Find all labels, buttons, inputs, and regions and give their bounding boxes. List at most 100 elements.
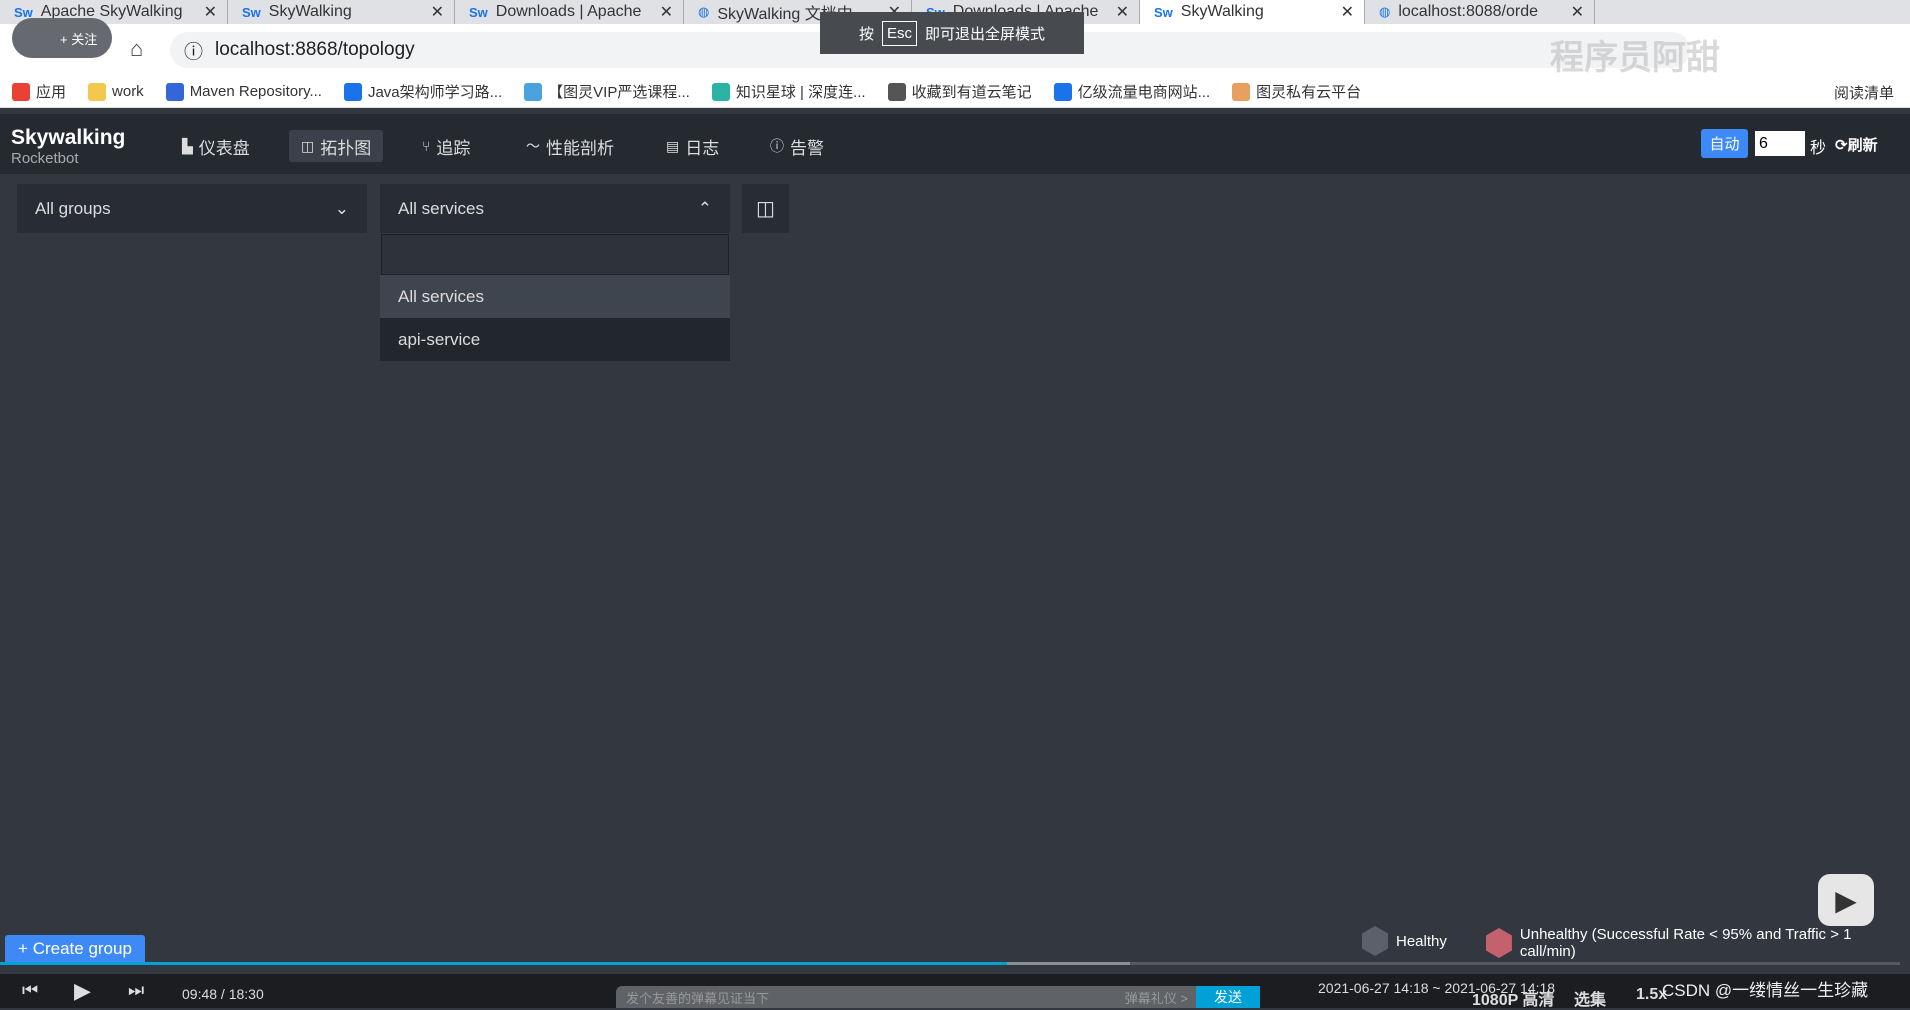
bookmark-icon (1053, 82, 1072, 101)
nav-log[interactable]: ▤ 日志 (654, 130, 731, 162)
skywalking-favicon-icon: Sw (242, 4, 261, 20)
bookmark-item[interactable]: work (88, 82, 144, 101)
quality-button[interactable]: 1080P 高清 (1472, 986, 1554, 1010)
bookmark-label: work (112, 83, 144, 100)
video-progress-fill (0, 962, 1007, 965)
refresh-label: 刷新 (1847, 137, 1878, 154)
logo: Skywalking Rocketbot (11, 126, 125, 167)
bookmark-icon (165, 82, 184, 101)
nav-trace[interactable]: ⑂ 追踪 (410, 130, 482, 162)
profile-icon: 〜 (526, 138, 540, 154)
prev-icon[interactable]: ⏮ (22, 980, 38, 1001)
skywalking-favicon-icon: Sw (469, 4, 488, 20)
seconds-label: 秒 (1810, 140, 1827, 157)
service-search-input[interactable] (381, 234, 729, 275)
close-icon[interactable]: ✕ (1571, 2, 1584, 22)
nav-label: 性能剖析 (546, 138, 614, 158)
chart-icon: ▙ (182, 137, 193, 154)
refresh-button[interactable]: ⟳刷新 (1835, 134, 1878, 155)
nav-label: 拓扑图 (320, 138, 372, 158)
service-option[interactable]: All services (380, 275, 730, 318)
bookmark-item[interactable]: Java架构师学习路... (343, 81, 503, 102)
tv-icon[interactable]: ▶ (1818, 874, 1874, 926)
bookmark-item[interactable]: 【图灵VIP严选课程... (524, 81, 690, 102)
bookmark-label: 【图灵VIP严选课程... (548, 84, 690, 101)
app-header (0, 114, 1910, 174)
service-select[interactable]: All services ⌃ (380, 184, 730, 233)
watermark: 程序员阿甜 (1550, 39, 1720, 77)
logo-title: Skywalking (11, 126, 126, 149)
close-icon[interactable]: ✕ (1116, 2, 1129, 22)
danmu-placeholder: 发个友善的弹幕见证当下 (626, 990, 770, 1006)
trace-icon: ⑂ (422, 138, 431, 154)
service-select-value: All services (398, 198, 484, 218)
close-icon[interactable]: ✕ (431, 2, 444, 22)
close-icon[interactable]: ✕ (204, 2, 217, 22)
nav-profile[interactable]: 〜性能剖析 (514, 130, 626, 162)
tab-title: localhost:8088/orde (1398, 3, 1538, 20)
legend-healthy-label: Healthy (1396, 932, 1447, 950)
skywalking-favicon-icon: Sw (1154, 4, 1173, 20)
browser-tab[interactable]: Sw SkyWalking ✕ (1140, 0, 1365, 24)
nav-topology[interactable]: ◫ 拓扑图 (289, 130, 384, 162)
nav-alarm[interactable]: ⓘ 告警 (758, 130, 836, 162)
csdn-watermark: CSDN @一缕情丝一生珍藏 (1662, 981, 1869, 1000)
legend-healthy: Healthy (1362, 926, 1447, 956)
reading-list-button[interactable]: 阅读清单 (1834, 82, 1894, 103)
home-icon[interactable]: ⌂ (130, 36, 143, 62)
bookmark-icon (343, 82, 362, 101)
group-select-value: All groups (35, 198, 111, 218)
play-icon[interactable]: ▶ (74, 978, 91, 1004)
nav-label: 日志 (685, 138, 720, 158)
esc-prefix: 按 (858, 25, 874, 43)
chevron-up-icon: ⌃ (697, 198, 712, 218)
logo-subtitle: Rocketbot (11, 150, 79, 167)
bookmark-item[interactable]: 应用 (12, 81, 66, 102)
globe-icon: ◍ (698, 4, 710, 19)
bookmark-item[interactable]: 图灵私有云平台 (1232, 81, 1361, 102)
fullscreen-hint: 按 Esc 即可退出全屏模式 (820, 12, 1084, 54)
follow-label: + 关注 (60, 31, 98, 47)
bookmark-icon (88, 82, 107, 101)
bookmark-label: Maven Repository... (189, 83, 322, 100)
bookmark-item[interactable]: 知识星球 | 深度连... (711, 81, 866, 102)
bookmark-label: 应用 (36, 84, 67, 101)
browser-tab[interactable]: ◍ localhost:8088/orde ✕ (1365, 0, 1595, 24)
topology-mode-button[interactable]: ◫ (742, 184, 789, 233)
bookmark-item[interactable]: 收藏到有道云笔记 (887, 81, 1032, 102)
chevron-down-icon: ⌄ (334, 198, 349, 218)
url-text: localhost:8868/topology (215, 39, 415, 60)
bookmark-label: 图灵私有云平台 (1256, 84, 1362, 101)
send-button[interactable]: 发送 (1196, 986, 1260, 1008)
auto-refresh-button[interactable]: 自动 (1701, 129, 1748, 158)
interval-input[interactable] (1755, 131, 1805, 156)
nav-chart[interactable]: ▙ 仪表盘 (170, 130, 262, 162)
log-icon: ▤ (666, 137, 680, 154)
tab-title: Downloads | Apache (495, 3, 642, 20)
bookmark-label: Java架构师学习路... (367, 84, 503, 101)
browser-tab[interactable]: Sw SkyWalking ✕ (228, 0, 455, 24)
bookmark-icon (711, 82, 730, 101)
danmu-etiquette-link[interactable]: 弹幕礼仪 > (1125, 988, 1188, 1007)
bookmark-label: 知识星球 | 深度连... (735, 84, 866, 101)
episodes-button[interactable]: 选集 (1574, 986, 1606, 1010)
service-option[interactable]: api-service (380, 318, 730, 361)
bookmark-label: 收藏到有道云笔记 (911, 84, 1032, 101)
create-group-button[interactable]: + Create group (5, 935, 145, 963)
globe-icon: ◍ (1379, 4, 1391, 19)
danmu-input[interactable]: 发个友善的弹幕见证当下 弹幕礼仪 > (616, 986, 1196, 1008)
close-icon[interactable]: ✕ (660, 2, 673, 22)
info-icon: ⓘ (184, 41, 204, 63)
alarm-icon: ⓘ (770, 138, 784, 154)
bookmark-icon (12, 82, 30, 101)
browser-tab[interactable]: Sw Downloads | Apache ✕ (455, 0, 684, 24)
bookmark-item[interactable]: 亿级流量电商网站... (1053, 81, 1211, 102)
follow-button[interactable]: + 关注 (12, 18, 112, 58)
bookmark-icon (1232, 82, 1251, 101)
legend-unhealthy-label: Unhealthy (Successful Rate < 95% and Tra… (1519, 926, 1852, 960)
close-icon[interactable]: ✕ (1341, 2, 1354, 22)
bookmark-label: 亿级流量电商网站... (1077, 84, 1211, 101)
group-select[interactable]: All groups ⌄ (17, 184, 367, 233)
bookmark-item[interactable]: Maven Repository... (165, 82, 322, 101)
next-icon[interactable]: ⏭ (128, 980, 144, 1001)
